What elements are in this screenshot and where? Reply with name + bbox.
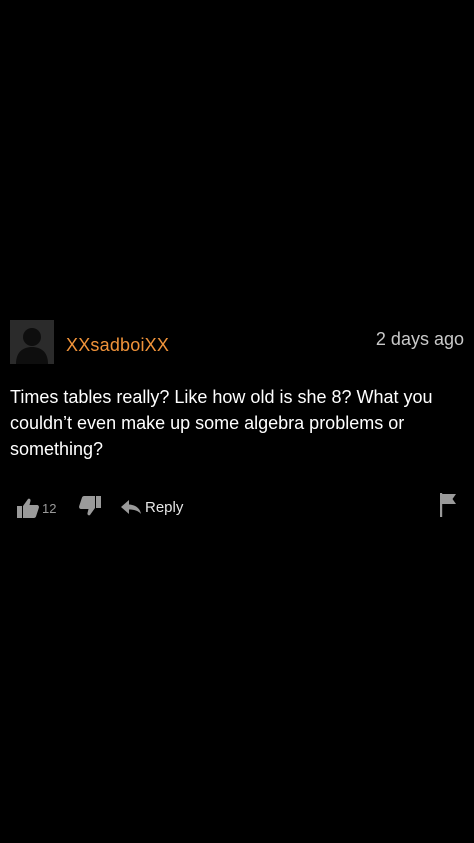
comment: XXsadboiXX 2 days ago Times tables reall… (0, 318, 474, 528)
reply-arrow-icon (121, 500, 141, 514)
reply-label: Reply (145, 498, 184, 516)
like-count: 12 (42, 501, 57, 516)
timestamp: 2 days ago (375, 329, 464, 349)
comment-text: Times tables really? Like how old is she… (10, 387, 433, 459)
thumbs-up-icon[interactable] (16, 496, 40, 520)
reply-button[interactable]: Reply (120, 496, 183, 518)
avatar[interactable] (10, 320, 54, 364)
username[interactable]: XXsadboiXX (66, 335, 169, 356)
thumbs-down-icon[interactable] (78, 494, 102, 518)
user-silhouette-icon (10, 320, 54, 364)
flag-icon[interactable] (438, 492, 458, 518)
comment-actions: 12 Reply (0, 492, 474, 522)
